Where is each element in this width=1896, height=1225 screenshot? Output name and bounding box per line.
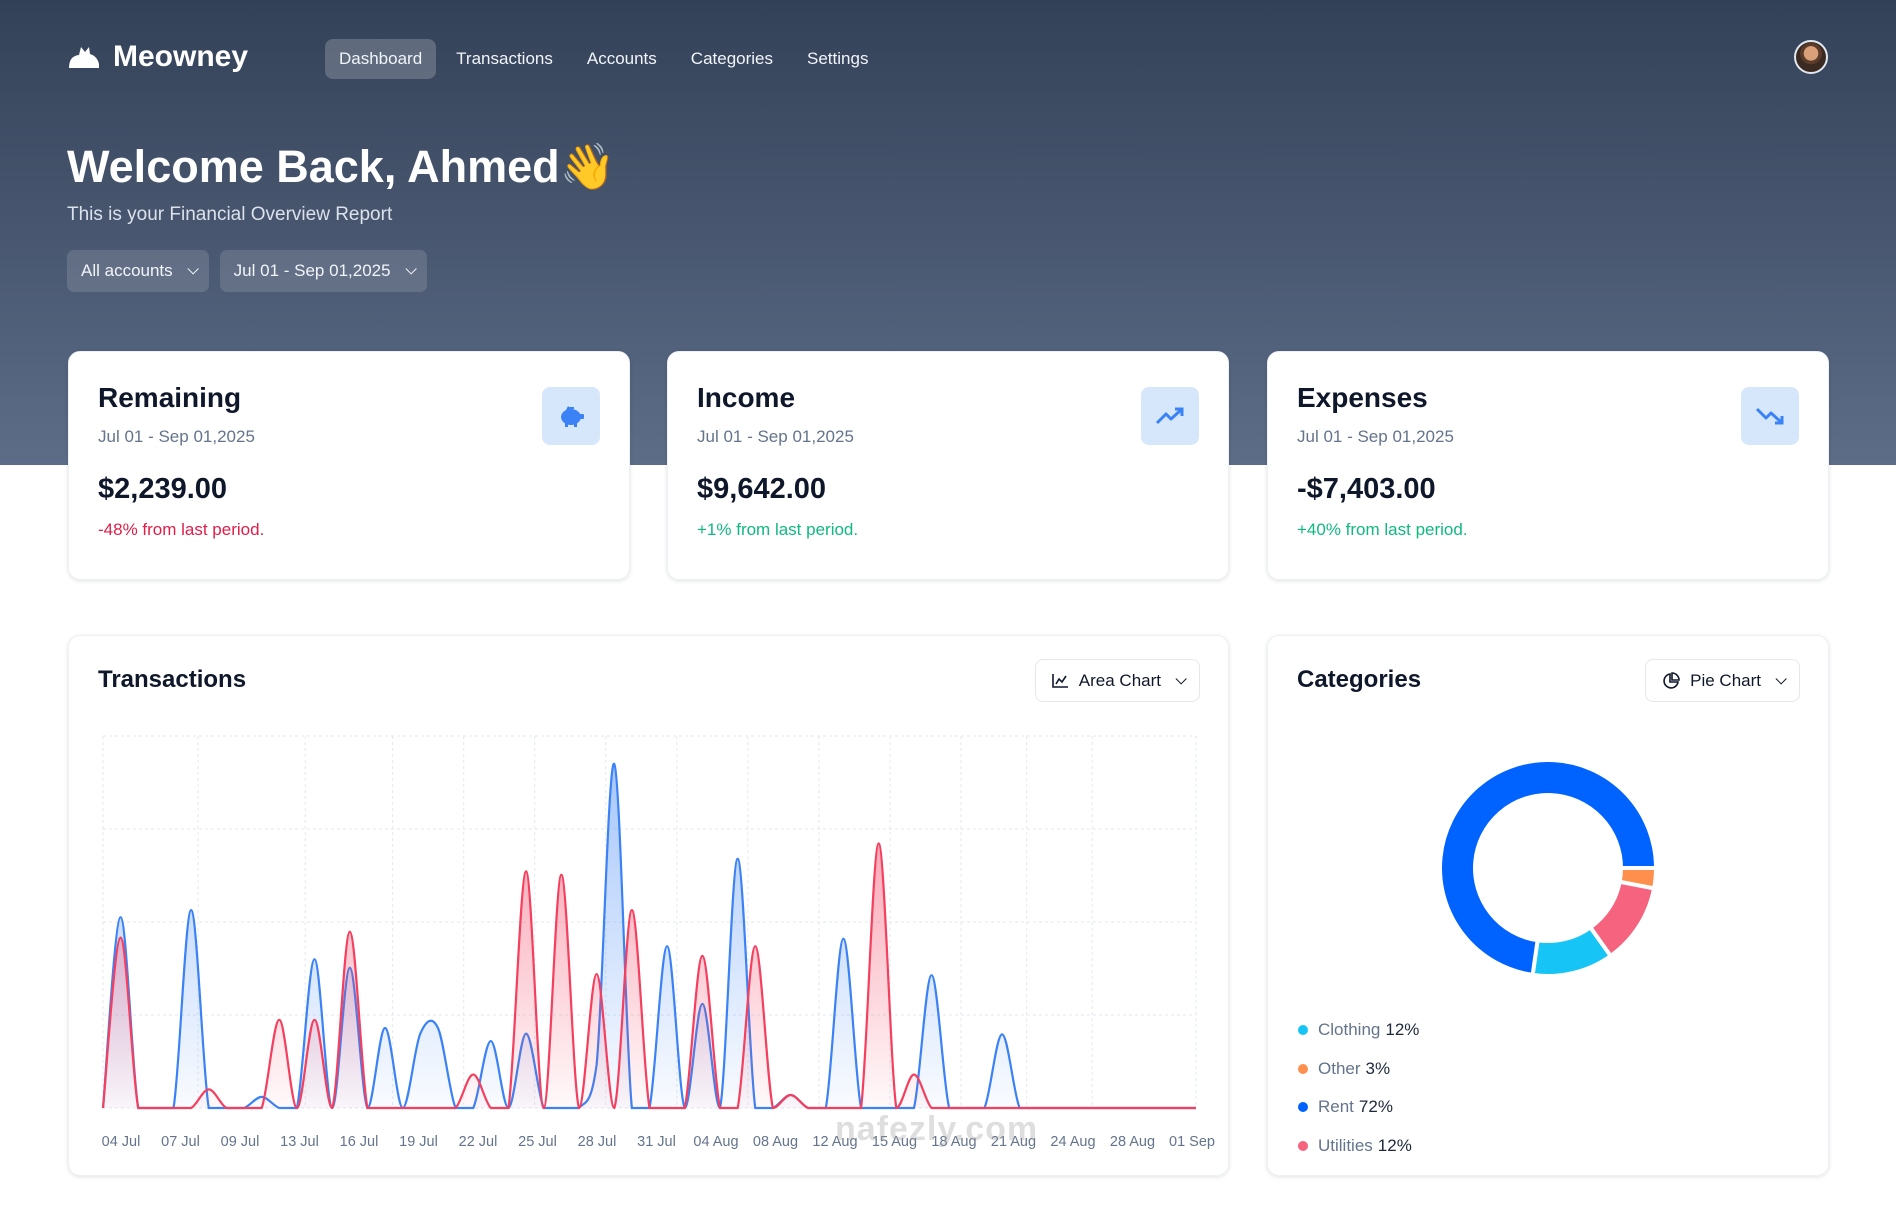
date-filter-value: Jul 01 - Sep 01,2025 [233, 261, 391, 280]
trending-down-icon [1741, 387, 1799, 445]
expenses-card: Expenses Jul 01 - Sep 01,2025 -$7,403.00… [1267, 351, 1829, 580]
legend-label: Clothing [1318, 1020, 1381, 1040]
card-amount: -$7,403.00 [1297, 473, 1436, 505]
legend-value: 12% [1377, 1135, 1412, 1155]
x-tick-label: 28 Aug [1110, 1134, 1155, 1150]
nav-dashboard[interactable]: Dashboard [325, 39, 437, 79]
categories-legend: Clothing 12% Other 3% Rent 72% Utilities 12% [1298, 1011, 1419, 1165]
panel-title: Categories [1297, 666, 1422, 693]
card-amount: $9,642.00 [697, 473, 827, 505]
nav-settings[interactable]: Settings [793, 39, 882, 79]
page-subtitle: This is your Financial Overview Report [67, 204, 393, 225]
card-title: Remaining [98, 382, 242, 413]
card-delta: +40% from last period. [1297, 520, 1468, 539]
transactions-panel: Transactions Area Chart 04 Jul 07 Jul 09 J… [68, 635, 1229, 1176]
filters: All accounts Jul 01 - Sep 01,2025 [67, 250, 427, 292]
avatar[interactable] [1794, 40, 1828, 74]
legend-dot [1298, 1063, 1308, 1074]
card-range: Jul 01 - Sep 01,2025 [98, 427, 255, 446]
piggy-bank-icon [542, 387, 600, 445]
chevron-down-icon [187, 263, 199, 275]
watermark: nafezly.com [835, 1110, 1039, 1148]
page-title: Welcome Back, Ahmed👋 [67, 140, 616, 193]
legend-dot [1298, 1025, 1308, 1036]
income-area [103, 763, 1196, 1108]
wave-icon: 👋 [559, 141, 616, 192]
legend-item-utilities: Utilities 12% [1298, 1127, 1419, 1166]
expense-area [103, 843, 1196, 1108]
legend-label: Rent [1318, 1097, 1354, 1117]
legend-item-other: Other 3% [1298, 1050, 1419, 1089]
x-tick-label: 01 Sep [1169, 1134, 1215, 1150]
nav-accounts[interactable]: Accounts [573, 39, 671, 79]
nav-categories[interactable]: Categories [677, 39, 787, 79]
x-tick-label: 28 Jul [578, 1134, 617, 1150]
x-tick-label: 19 Jul [399, 1134, 438, 1150]
x-tick-label: 08 Aug [753, 1134, 798, 1150]
app-name: Meowney [113, 40, 249, 73]
legend-label: Utilities [1318, 1135, 1373, 1155]
card-amount: $2,239.00 [98, 473, 228, 505]
date-filter[interactable]: Jul 01 - Sep 01,2025 [219, 250, 427, 292]
expense-line [101, 842, 1196, 1110]
x-tick-label: 07 Jul [161, 1134, 200, 1150]
x-tick-label: 04 Aug [693, 1134, 738, 1150]
account-filter[interactable]: All accounts [67, 250, 209, 292]
x-tick-label: 13 Jul [280, 1134, 319, 1150]
x-tick-label: 31 Jul [637, 1134, 676, 1150]
categories-panel: Categories Pie Chart Clothing 12% Other 3% R… [1267, 635, 1829, 1176]
legend-item-rent: Rent 72% [1298, 1088, 1419, 1127]
income-card: Income Jul 01 - Sep 01,2025 $9,642.00 +1… [667, 351, 1229, 580]
legend-dot [1298, 1140, 1308, 1151]
account-filter-value: All accounts [81, 261, 173, 280]
main-nav: Dashboard Transactions Accounts Categori… [325, 39, 882, 79]
income-line [101, 762, 1196, 1110]
x-tick-label: 09 Jul [221, 1134, 260, 1150]
chevron-down-icon [405, 263, 417, 275]
pie-chart-icon [1663, 671, 1680, 689]
chevron-down-icon [1775, 672, 1787, 685]
legend-value: 72% [1358, 1097, 1393, 1117]
x-tick-label: 25 Jul [518, 1134, 557, 1150]
app-logo[interactable]: Meowney [67, 40, 248, 74]
legend-dot [1298, 1102, 1308, 1113]
card-title: Income [697, 382, 796, 413]
x-tick-label: 04 Jul [102, 1134, 141, 1150]
transactions-area-chart: 04 Jul 07 Jul 09 Jul 13 Jul 16 Jul 19 Jul 22 J… [101, 735, 1215, 1150]
legend-label: Other [1318, 1058, 1361, 1078]
category-chart-type-select[interactable]: Pie Chart [1645, 659, 1800, 702]
x-tick-label: 24 Aug [1050, 1134, 1095, 1150]
legend-value: 3% [1365, 1058, 1391, 1078]
card-title: Expenses [1297, 382, 1428, 413]
chart-type-label: Pie Chart [1690, 670, 1761, 690]
card-delta: -48% from last period. [98, 520, 265, 539]
x-tick-label: 22 Jul [459, 1134, 498, 1150]
cat-icon [69, 47, 99, 68]
nav-transactions[interactable]: Transactions [442, 39, 567, 79]
card-delta: +1% from last period. [697, 520, 859, 539]
trending-up-icon [1141, 387, 1199, 445]
x-tick-label: 16 Jul [340, 1134, 379, 1150]
card-range: Jul 01 - Sep 01,2025 [1297, 427, 1454, 446]
legend-item-clothing: Clothing 12% [1298, 1011, 1419, 1050]
welcome-text: Welcome Back, Ahmed [67, 141, 560, 192]
remaining-card: Remaining Jul 01 - Sep 01,2025 $2,239.00… [68, 351, 630, 580]
legend-value: 12% [1385, 1020, 1420, 1040]
card-range: Jul 01 - Sep 01,2025 [697, 427, 854, 446]
